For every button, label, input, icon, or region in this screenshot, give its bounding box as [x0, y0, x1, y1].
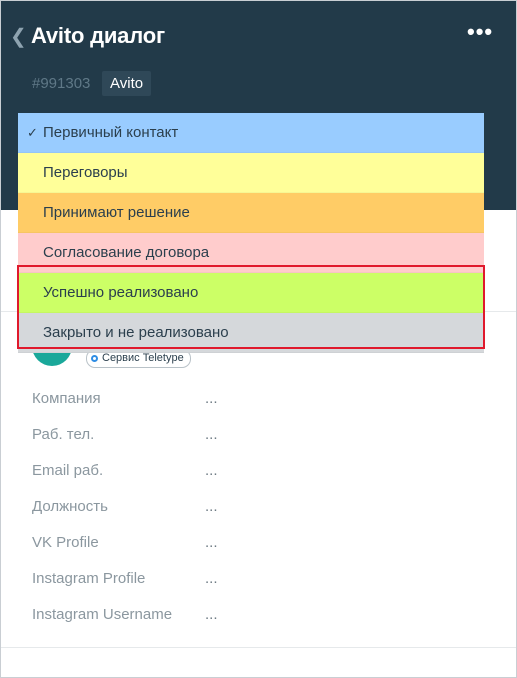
stage-option-label: Первичный контакт [43, 124, 179, 141]
field-value[interactable]: ... [205, 498, 218, 515]
field-label: Раб. тел. [32, 426, 95, 443]
field-position: Должность ... [32, 498, 432, 518]
highlight-box [17, 265, 485, 349]
stage-option-negotiations[interactable]: Переговоры [18, 153, 484, 193]
field-label: Компания [32, 390, 101, 407]
field-label: VK Profile [32, 534, 99, 551]
source-badge-label: Сервис Teletype [102, 352, 184, 364]
lead-card: ❮ Avito диалог ••• #991303 Avito Сервис … [0, 0, 517, 678]
stage-option-label: Согласование договора [43, 244, 210, 261]
field-label: Instagram Profile [32, 570, 146, 587]
field-label: Email раб. [32, 462, 104, 479]
stage-option-label: Переговоры [43, 164, 128, 181]
more-dots-icon[interactable]: ••• [467, 21, 493, 43]
chevron-left-icon[interactable]: ❮ [10, 27, 27, 47]
field-value[interactable]: ... [205, 426, 218, 443]
field-value[interactable]: ... [205, 462, 218, 479]
lead-id: #991303 [32, 75, 91, 92]
field-vk-profile: VK Profile ... [32, 534, 432, 554]
field-instagram-username: Instagram Username ... [32, 606, 432, 626]
field-value[interactable]: ... [205, 390, 218, 407]
field-label: Instagram Username [32, 606, 173, 623]
stage-option-decision[interactable]: Принимают решение [18, 193, 484, 233]
stage-option-primary-contact[interactable]: ✓ Первичный контакт [18, 113, 484, 153]
field-label: Должность [32, 498, 108, 515]
field-value[interactable]: ... [205, 606, 218, 623]
field-work-phone: Раб. тел. ... [32, 426, 432, 446]
field-instagram-profile: Instagram Profile ... [32, 570, 432, 590]
checkmark-icon: ✓ [27, 125, 38, 140]
circle-icon [91, 355, 98, 362]
tag-avito[interactable]: Avito [102, 71, 152, 96]
page-title: Avito диалог [31, 23, 165, 48]
field-value[interactable]: ... [205, 534, 218, 551]
divider [1, 647, 516, 648]
field-company: Компания ... [32, 390, 432, 410]
field-value[interactable]: ... [205, 570, 218, 587]
stage-option-label: Принимают решение [43, 204, 190, 221]
field-work-email: Email раб. ... [32, 462, 432, 482]
